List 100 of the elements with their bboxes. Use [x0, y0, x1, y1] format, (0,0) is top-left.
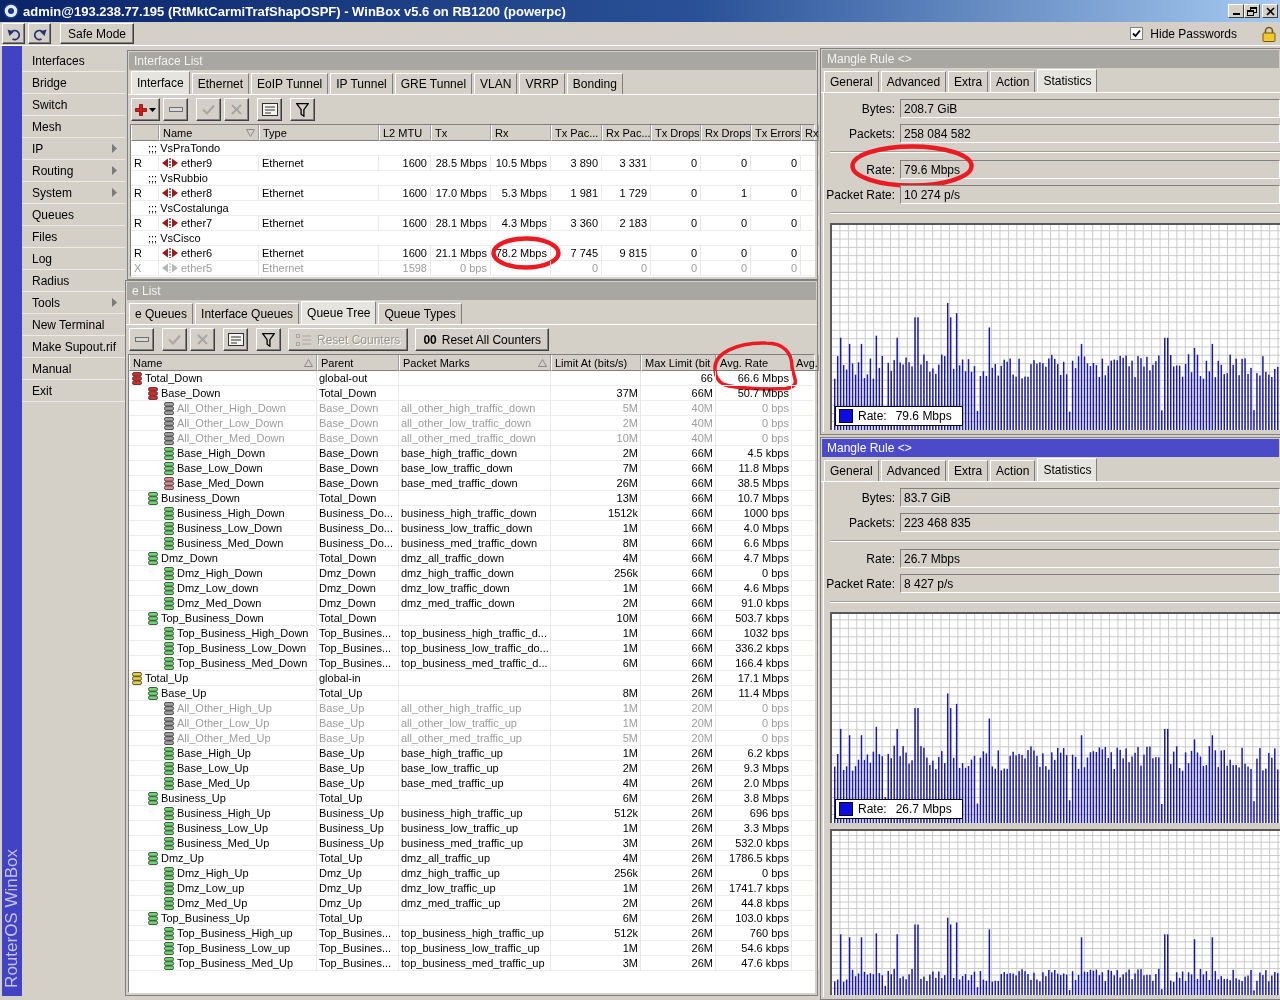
reset-all-counters-button[interactable]: 00 Reset All Counters [415, 328, 550, 351]
redo-button[interactable] [28, 23, 51, 44]
sidebar-item[interactable]: Queues [22, 204, 125, 226]
add-button[interactable] [131, 98, 160, 121]
table-cell: 26M [641, 956, 716, 970]
tab[interactable]: General [824, 71, 879, 92]
sidebar-item[interactable]: Switch [22, 94, 125, 116]
tab[interactable]: Ethernet [191, 73, 250, 94]
table-cell: 0 [751, 246, 801, 260]
value-field[interactable]: 8 427 p/s [900, 574, 1280, 593]
tab[interactable]: GRE Tunnel [394, 73, 473, 94]
tab[interactable]: Interface [131, 71, 190, 94]
tab[interactable]: Bonding [566, 73, 623, 94]
filter-button[interactable] [256, 328, 281, 351]
column-header[interactable]: Avg. Rate [716, 355, 792, 371]
column-header[interactable]: Parent [317, 355, 399, 371]
value-field[interactable]: 79.6 Mbps [900, 160, 1280, 179]
value-field[interactable]: 208.7 GiB [900, 99, 1280, 118]
minimize-button[interactable] [1228, 4, 1244, 18]
column-header[interactable]: Rx [491, 125, 551, 141]
comment-button[interactable] [223, 328, 248, 351]
sidebar-item[interactable]: Interfaces [22, 50, 125, 72]
column-header[interactable]: Name [159, 125, 259, 141]
sidebar-item[interactable]: Routing [22, 160, 125, 182]
tab[interactable]: Advanced [880, 71, 947, 92]
interface-name: ether5 [181, 262, 213, 274]
list-icon [296, 333, 312, 346]
tab[interactable]: Statistics [1037, 69, 1098, 92]
value-field[interactable]: 83.7 GiB [900, 488, 1280, 507]
table-cell: 17.1 Mbps [716, 671, 792, 685]
value-field[interactable]: 10 274 p/s [900, 185, 1280, 204]
tab[interactable]: Statistics [1037, 458, 1098, 481]
table-cell: 0 [651, 186, 701, 200]
table-cell: 1512k [551, 506, 641, 520]
queue-name: Dmz_Low_down [177, 582, 259, 594]
checkbox[interactable] [1130, 27, 1144, 40]
cross-icon [231, 104, 242, 115]
sidebar-item[interactable]: Mesh [22, 116, 125, 138]
sidebar-item[interactable]: IP [22, 138, 125, 160]
sidebar-item[interactable]: System [22, 182, 125, 204]
tab[interactable]: EoIP Tunnel [251, 73, 329, 94]
table-cell: 17.0 Mbps [431, 186, 491, 200]
tab[interactable]: Interface Queues [195, 303, 300, 324]
field-label: Packet Rate: [826, 187, 895, 202]
tab[interactable]: Extra [948, 460, 989, 481]
table-cell: 5M [551, 401, 641, 415]
tab[interactable]: Queue Types [378, 303, 462, 324]
queue-name: Top_Business_Low_up [177, 942, 291, 954]
tab[interactable]: Action [990, 71, 1036, 92]
tab[interactable]: VLAN [474, 73, 518, 94]
column-header[interactable]: L2 MTU [379, 125, 431, 141]
remove-button[interactable] [129, 328, 154, 351]
table-cell: 28.1 Mbps [431, 216, 491, 230]
remove-button[interactable] [163, 98, 188, 121]
tab[interactable]: Extra [948, 71, 989, 92]
column-header[interactable]: Tx [431, 125, 491, 141]
column-header[interactable]: Packet Marks [399, 355, 551, 371]
column-header[interactable]: Max Limit (bit [641, 355, 716, 371]
column-header[interactable]: Rx Pac... [602, 125, 651, 141]
tab[interactable]: General [824, 460, 879, 481]
table-cell: 5M [551, 731, 641, 745]
table-cell: 166.4 kbps [716, 656, 792, 670]
close-button[interactable] [1262, 4, 1278, 18]
column-header[interactable]: Avg. [792, 355, 819, 371]
tab[interactable]: Advanced [880, 460, 947, 481]
column-header[interactable] [131, 125, 159, 141]
table-cell: 26M [641, 746, 716, 760]
sidebar-item[interactable]: Files [22, 226, 125, 248]
comment-button[interactable] [257, 98, 282, 121]
table-cell: 1032 bps [716, 626, 792, 640]
column-header[interactable]: Rx [801, 125, 819, 141]
column-header[interactable]: Rx Drops [701, 125, 751, 141]
value-field[interactable]: 26.7 Mbps [900, 549, 1280, 568]
table-cell: dmz_high_traffic_up [399, 866, 551, 880]
tab[interactable]: Queue Tree [301, 301, 377, 324]
tab[interactable]: e Queues [129, 303, 194, 324]
column-header[interactable]: Tx Drops [651, 125, 701, 141]
tab[interactable]: Action [990, 460, 1036, 481]
table-cell: 256k [551, 566, 641, 580]
column-header[interactable]: Type [259, 125, 379, 141]
sidebar-item[interactable]: Bridge [22, 72, 125, 94]
table-cell: Base_Down [317, 431, 399, 445]
table-cell: 1M [551, 626, 641, 640]
column-header[interactable]: Limit At (bits/s) [551, 355, 641, 371]
brand-text: RouterOS WinBox [2, 849, 22, 988]
column-header[interactable]: Tx Pac... [551, 125, 602, 141]
column-header[interactable]: Name [129, 355, 317, 371]
table-cell: Dmz_Up [317, 866, 399, 880]
queue-name: All_Other_High_Down [177, 402, 286, 414]
filter-button[interactable] [290, 98, 315, 121]
table-cell: all_other_med_traffic_up [399, 731, 551, 745]
safe-mode-button[interactable]: Safe Mode [60, 23, 135, 44]
tab[interactable]: VRRP [519, 73, 565, 94]
value-field[interactable]: 223 468 835 [900, 513, 1280, 532]
undo-button[interactable] [2, 23, 25, 44]
sidebar-item[interactable]: Log [22, 248, 125, 270]
tab[interactable]: IP Tunnel [330, 73, 393, 94]
value-field[interactable]: 258 084 582 [900, 124, 1280, 143]
column-header[interactable]: Tx Errors [751, 125, 801, 141]
restore-button[interactable] [1244, 4, 1260, 18]
